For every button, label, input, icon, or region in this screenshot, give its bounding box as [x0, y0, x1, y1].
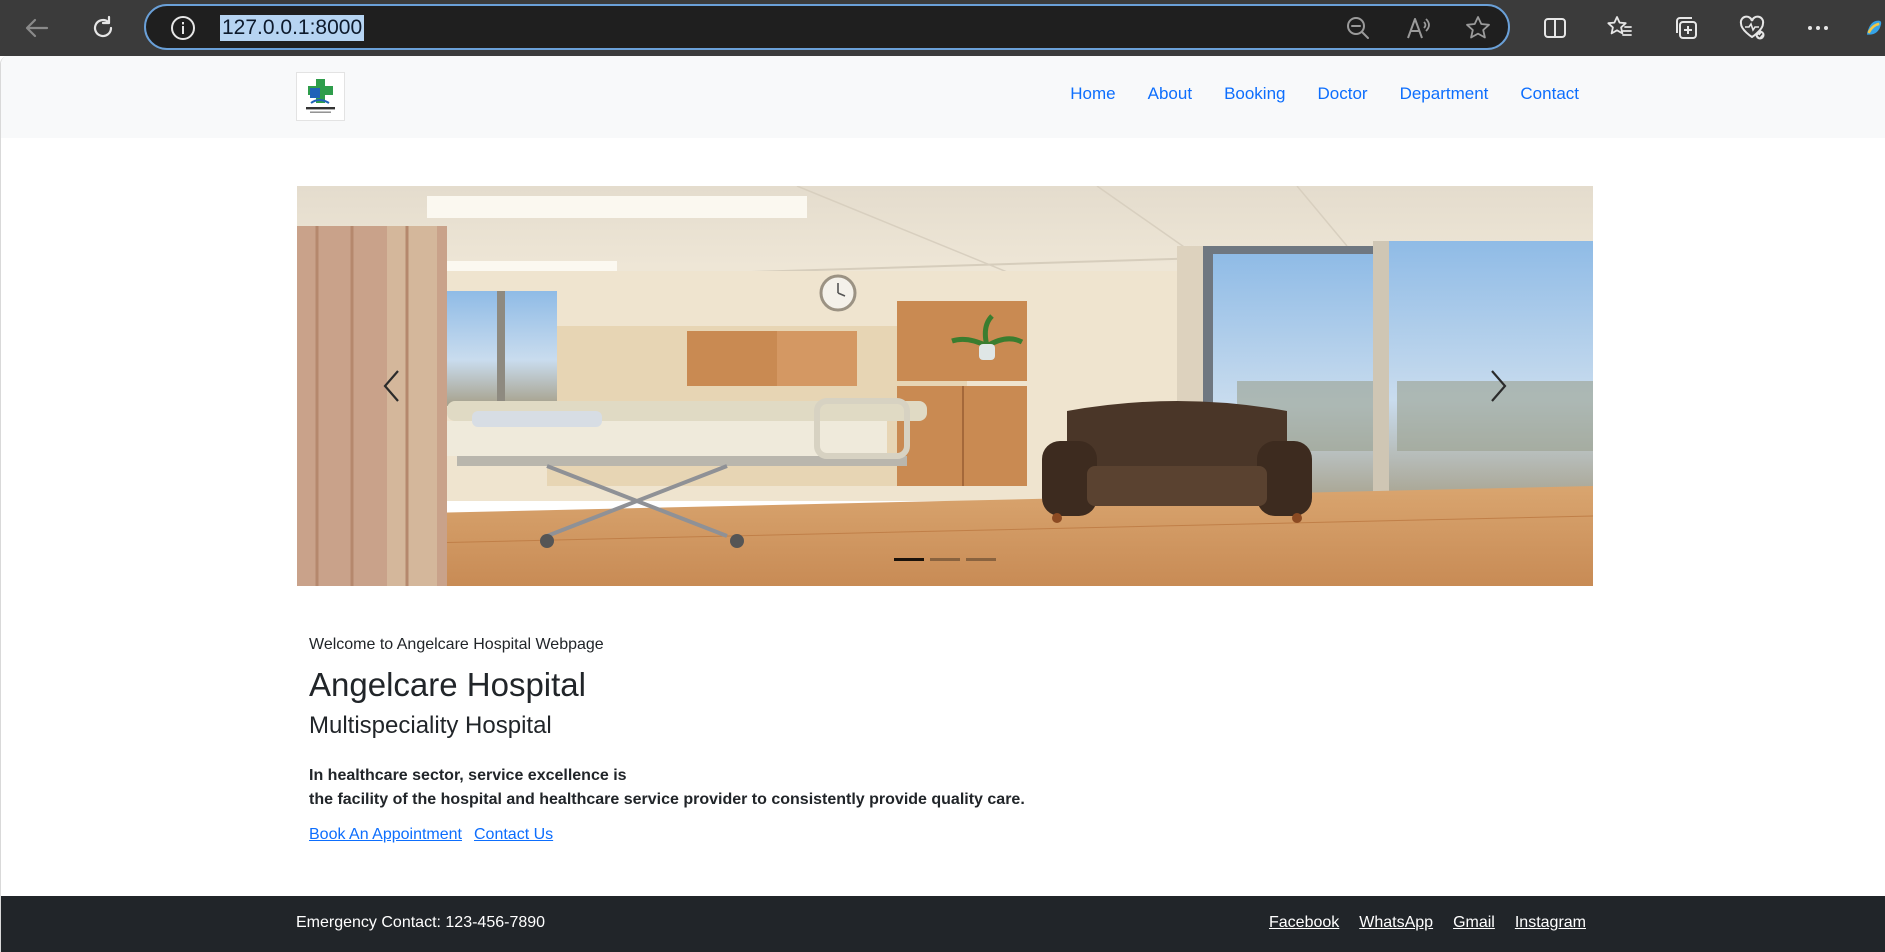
description-line-1: In healthcare sector, service excellence…: [309, 767, 627, 784]
address-bar[interactable]: 127.0.0.1:8000: [144, 4, 1510, 50]
nav-links: Home About Booking Doctor Department Con…: [1070, 80, 1579, 108]
read-aloud-icon[interactable]: [1404, 14, 1432, 42]
welcome-text: Welcome to Angelcare Hospital Webpage: [309, 636, 604, 653]
description-line-2: the facility of the hospital and healthc…: [309, 791, 1025, 808]
url-text[interactable]: 127.0.0.1:8000: [220, 15, 365, 41]
facebook-link[interactable]: Facebook: [1269, 914, 1339, 932]
nav-link-about[interactable]: About: [1148, 80, 1192, 108]
emergency-contact: Emergency Contact: 123-456-7890: [296, 914, 546, 931]
carousel-indicators: [297, 558, 1593, 561]
instagram-link[interactable]: Instagram: [1515, 914, 1586, 932]
book-appointment-link[interactable]: Book An Appointment: [309, 826, 462, 844]
hero-carousel: [297, 186, 1593, 586]
back-icon[interactable]: [17, 8, 57, 48]
nav-link-doctor[interactable]: Doctor: [1318, 80, 1368, 108]
carousel-next-button[interactable]: [1403, 186, 1593, 586]
browser-essentials-icon[interactable]: [1732, 8, 1772, 48]
chevron-left-icon: [383, 370, 399, 402]
page-subtitle: Multispeciality Hospital: [309, 712, 552, 739]
carousel-indicator-3[interactable]: [966, 558, 996, 561]
hero-description: In healthcare sector, service excellence…: [309, 764, 1509, 812]
page-viewport: Home About Booking Doctor Department Con…: [0, 56, 1885, 952]
hero-content: Welcome to Angelcare Hospital Webpage An…: [309, 634, 1509, 844]
cta-links: Book An Appointment Contact Us: [309, 826, 1509, 844]
split-screen-icon[interactable]: [1535, 8, 1575, 48]
hospital-room-image: [297, 186, 1593, 586]
carousel-indicator-2[interactable]: [930, 558, 960, 561]
footer: Emergency Contact: 123-456-7890 Facebook…: [1, 896, 1885, 952]
more-icon[interactable]: [1798, 8, 1838, 48]
carousel-prev-button[interactable]: [297, 186, 487, 586]
nav-link-contact[interactable]: Contact: [1520, 80, 1579, 108]
collections-icon[interactable]: [1666, 8, 1706, 48]
nav-link-home[interactable]: Home: [1070, 80, 1115, 108]
carousel-indicator-1[interactable]: [894, 558, 924, 561]
chevron-right-icon: [1491, 370, 1507, 402]
nav-link-booking[interactable]: Booking: [1224, 80, 1285, 108]
copilot-icon[interactable]: [1862, 8, 1885, 48]
info-icon[interactable]: [170, 15, 196, 41]
gmail-link[interactable]: Gmail: [1453, 914, 1495, 932]
browser-toolbar: 127.0.0.1:8000: [0, 0, 1885, 56]
navbar: Home About Booking Doctor Department Con…: [1, 56, 1885, 138]
social-links: Facebook WhatsApp Gmail Instagram: [1269, 914, 1586, 932]
hospital-logo[interactable]: [296, 72, 345, 121]
contact-us-link[interactable]: Contact Us: [474, 826, 553, 844]
zoom-out-icon[interactable]: [1344, 14, 1372, 42]
nav-link-department[interactable]: Department: [1400, 80, 1489, 108]
favorite-star-icon[interactable]: [1464, 14, 1492, 42]
whatsapp-link[interactable]: WhatsApp: [1359, 914, 1433, 932]
favorites-icon[interactable]: [1600, 8, 1640, 48]
refresh-icon[interactable]: [83, 8, 123, 48]
page-title: Angelcare Hospital: [309, 666, 586, 703]
